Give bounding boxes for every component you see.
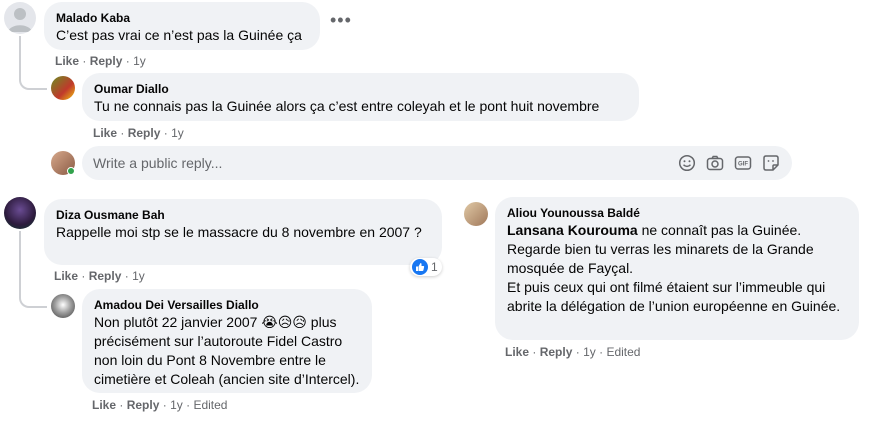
comment-text: Lansana Kourouma ne connaît pas la Guiné…	[507, 221, 847, 316]
separator: ·	[119, 398, 124, 412]
avatar-aliou-younoussa-balde[interactable]	[464, 202, 488, 226]
reply-link[interactable]: Reply	[90, 54, 123, 68]
comment-actions-diza: Like · Reply · 1y	[54, 268, 145, 284]
edited-label[interactable]: Edited	[193, 398, 227, 412]
separator: ·	[575, 345, 580, 359]
comment-author[interactable]: Oumar Diallo	[94, 81, 627, 97]
edited-label[interactable]: Edited	[606, 345, 640, 359]
reply-link[interactable]: Reply	[540, 345, 573, 359]
reply-link[interactable]: Reply	[127, 398, 160, 412]
comment-line: Lansana Kourouma ne connaît pas la Guiné…	[507, 221, 847, 240]
like-link[interactable]: Like	[505, 345, 529, 359]
comment-author[interactable]: Amadou Dei Versailles Diallo	[94, 297, 360, 313]
timestamp[interactable]: 1y	[583, 345, 596, 359]
sticker-icon[interactable]	[762, 154, 780, 172]
gif-icon[interactable]: GIF	[734, 154, 752, 172]
reaction-summary[interactable]: 1	[410, 258, 442, 276]
timestamp[interactable]: 1y	[171, 126, 184, 140]
comment-author[interactable]: Aliou Younoussa Baldé	[507, 205, 847, 221]
avatar-malado-kaba[interactable]	[4, 2, 36, 34]
comment-actions-aliou: Like · Reply · 1y · Edited	[505, 344, 640, 360]
timestamp[interactable]: 1y	[132, 269, 145, 283]
reply-input-box[interactable]: Write a public reply... GIF	[82, 146, 792, 180]
online-status-dot	[67, 167, 75, 175]
comment-author[interactable]: Diza Ousmane Bah	[56, 207, 430, 223]
emoji-sequence: 😭😥😥	[261, 314, 307, 330]
comment-actions-amadou: Like · Reply · 1y · Edited	[92, 397, 227, 413]
reaction-count: 1	[431, 260, 438, 274]
avatar-amadou-dei-versailles-diallo[interactable]	[51, 294, 75, 318]
separator: ·	[162, 398, 167, 412]
reply-input-placeholder[interactable]: Write a public reply...	[93, 154, 222, 173]
reply-link[interactable]: Reply	[128, 126, 161, 140]
comment-bubble-oumar: Oumar Diallo Tu ne connais pas la Guinée…	[82, 73, 639, 121]
emoji-icon[interactable]	[678, 154, 696, 172]
camera-icon[interactable]	[706, 154, 724, 172]
comment-bubble-amadou: Amadou Dei Versailles Diallo Non plutôt …	[82, 289, 372, 393]
like-link[interactable]: Like	[92, 398, 116, 412]
comment-bubble-malado: Malado Kaba C’est pas vrai ce n’est pas …	[44, 2, 320, 50]
comment-text: Tu ne connais pas la Guinée alors ça c’e…	[94, 98, 600, 114]
thread-line	[19, 231, 47, 308]
thread-line	[19, 36, 47, 90]
comment-actions-oumar: Like · Reply · 1y	[93, 125, 184, 141]
comment-text-part: ne connaît pas la Guinée.	[637, 222, 802, 238]
timestamp[interactable]: 1y	[133, 54, 146, 68]
comment-bubble-diza: Diza Ousmane Bah Rappelle moi stp se le …	[44, 199, 442, 265]
separator: ·	[599, 345, 604, 359]
avatar-diza-ousmane-bah[interactable]	[4, 197, 36, 229]
like-reaction-icon	[412, 259, 428, 275]
comment-text: Non plutôt 22 janvier 2007 😭😥😥 plus préc…	[94, 313, 362, 389]
like-link[interactable]: Like	[54, 269, 78, 283]
separator: ·	[124, 269, 129, 283]
svg-text:GIF: GIF	[738, 162, 748, 168]
comment-line: Regarde bien tu verras les minarets de l…	[507, 241, 814, 276]
comment-author[interactable]: Malado Kaba	[56, 10, 308, 26]
avatar-oumar-diallo[interactable]	[51, 76, 75, 100]
separator: ·	[82, 54, 87, 68]
timestamp[interactable]: 1y	[170, 398, 183, 412]
comment-bubble-aliou: Aliou Younoussa Baldé Lansana Kourouma n…	[495, 197, 859, 340]
comment-text: C’est pas vrai ce n’est pas la Guinée ça	[56, 27, 302, 43]
separator: ·	[163, 126, 168, 140]
more-options-icon[interactable]: •••	[330, 10, 352, 31]
reply-link[interactable]: Reply	[89, 269, 122, 283]
comment-line: Et puis ceux qui ont filmé étaient sur l…	[507, 279, 841, 314]
default-avatar-icon	[8, 8, 32, 32]
separator: ·	[120, 126, 125, 140]
comment-actions-malado: Like · Reply · 1y	[55, 53, 146, 69]
like-link[interactable]: Like	[55, 54, 79, 68]
comment-text: Rappelle moi stp se le massacre du 8 nov…	[56, 224, 422, 240]
mention-link[interactable]: Lansana Kourouma	[507, 222, 638, 238]
separator: ·	[186, 398, 191, 412]
like-link[interactable]: Like	[93, 126, 117, 140]
separator: ·	[532, 345, 537, 359]
comment-text-part: Non plutôt 22 janvier 2007	[94, 314, 262, 330]
separator: ·	[125, 54, 130, 68]
separator: ·	[81, 269, 86, 283]
